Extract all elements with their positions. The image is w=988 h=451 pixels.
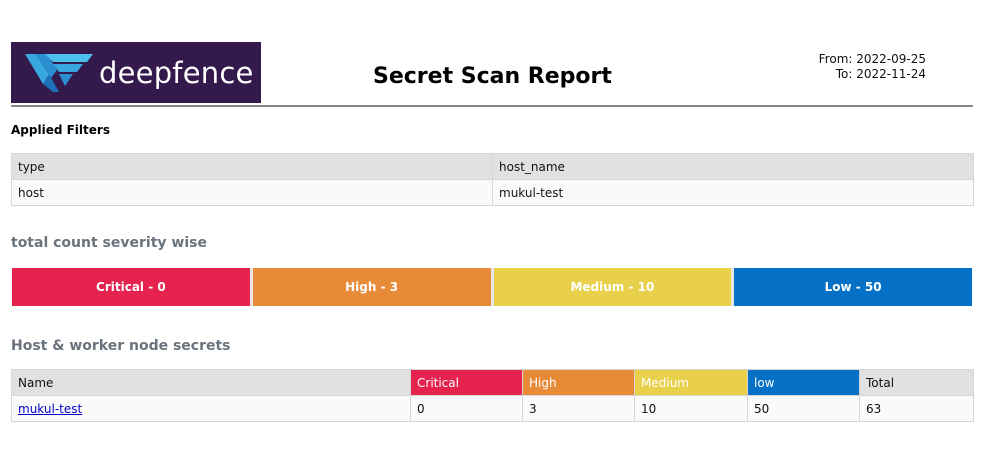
column-header-name: Name [11, 369, 411, 396]
date-to: To: 2022-11-24 [835, 67, 926, 81]
column-header-high: High [522, 369, 635, 396]
cell-name: mukul-test [11, 395, 411, 422]
filter-value-host-name: mukul-test [492, 179, 974, 206]
host-secrets-heading: Host & worker node secrets [11, 338, 231, 354]
column-header-critical: Critical [410, 369, 523, 396]
table-row: mukul-test 0 3 10 50 63 [11, 395, 974, 422]
table-header-row: Name Critical High Medium low Total [11, 369, 974, 396]
report-header: deepfence Secret Scan Report From: 2022-… [11, 42, 973, 104]
cell-medium: 10 [634, 395, 748, 422]
severity-high-count: High - 3 [252, 268, 494, 306]
cell-total: 63 [859, 395, 974, 422]
filter-header-host-name: host_name [492, 153, 974, 180]
cell-high: 3 [522, 395, 635, 422]
cell-critical: 0 [410, 395, 523, 422]
severity-summary-heading: total count severity wise [11, 235, 207, 251]
severity-low-count: Low - 50 [734, 268, 972, 306]
deepfence-logo-icon [25, 53, 93, 92]
host-link[interactable]: mukul-test [18, 402, 82, 416]
column-header-total: Total [859, 369, 974, 396]
table-header-row: type host_name [11, 153, 974, 180]
table-row: host mukul-test [11, 179, 974, 206]
severity-summary-bar: Critical - 0 High - 3 Medium - 10 Low - … [12, 268, 972, 306]
logo-text: deepfence [99, 55, 254, 90]
applied-filters-heading: Applied Filters [11, 123, 110, 137]
severity-critical-count: Critical - 0 [12, 268, 253, 306]
cell-low: 50 [747, 395, 860, 422]
date-range: From: 2022-09-25 To: 2022-11-24 [819, 52, 926, 82]
column-header-medium: Medium [634, 369, 748, 396]
date-from: From: 2022-09-25 [818, 52, 926, 66]
deepfence-logo: deepfence [11, 42, 261, 103]
filter-header-type: type [11, 153, 493, 180]
header-divider [11, 105, 973, 107]
filters-table: type host_name host mukul-test [11, 153, 974, 206]
severity-medium-count: Medium - 10 [493, 268, 735, 306]
filter-value-type: host [11, 179, 493, 206]
host-secrets-table: Name Critical High Medium low Total muku… [11, 369, 974, 422]
page-title: Secret Scan Report [373, 64, 612, 89]
column-header-low: low [747, 369, 860, 396]
